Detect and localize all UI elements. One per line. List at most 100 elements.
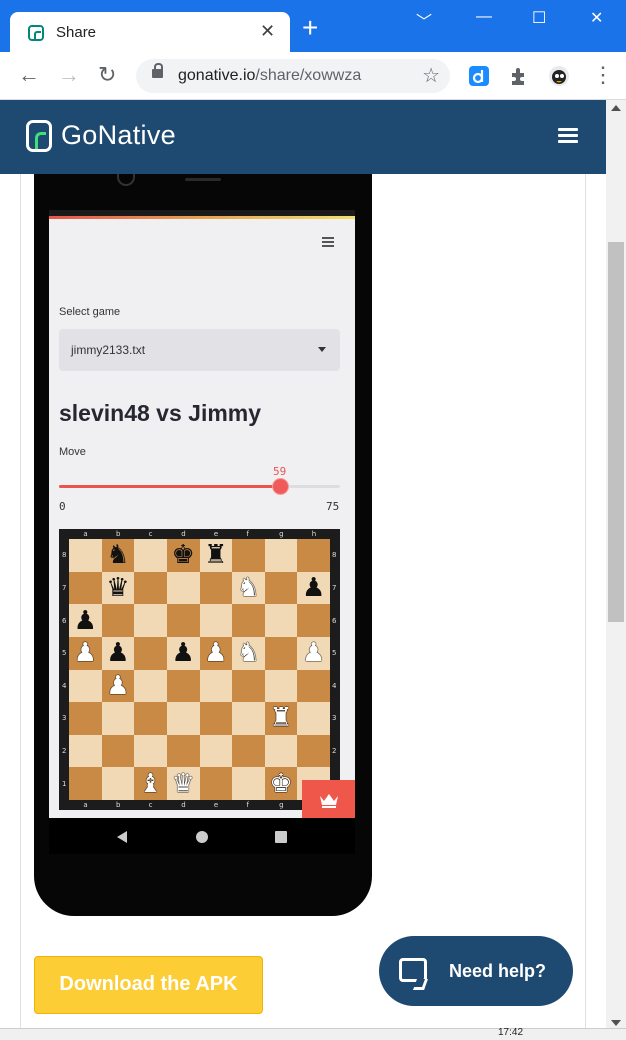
square-h2[interactable] <box>297 734 330 768</box>
tab-search-icon[interactable]: ﹀ <box>416 8 432 32</box>
black-pawn-icon[interactable]: ♟ <box>106 640 129 666</box>
square-e5[interactable]: ♟ <box>199 636 233 670</box>
square-e2[interactable] <box>199 734 233 768</box>
app-menu-icon[interactable] <box>322 237 334 247</box>
square-g1[interactable]: ♚ <box>264 767 298 800</box>
square-h4[interactable] <box>297 669 330 703</box>
white-pawn-icon[interactable]: ♟ <box>302 640 325 666</box>
white-pawn-icon[interactable]: ♟ <box>204 640 227 666</box>
nav-home-icon[interactable] <box>195 830 209 844</box>
square-f7[interactable]: ♞ <box>232 571 265 605</box>
square-d3[interactable] <box>166 702 200 735</box>
browser-tab[interactable]: Share ✕ <box>10 12 290 54</box>
black-pawn-icon[interactable]: ♟ <box>172 640 195 666</box>
black-pawn-icon[interactable]: ♟ <box>302 575 325 601</box>
square-g3[interactable]: ♜ <box>264 702 298 735</box>
square-h8[interactable] <box>297 539 330 572</box>
square-c1[interactable]: ♝ <box>134 767 167 800</box>
white-knight-icon[interactable]: ♞ <box>237 640 260 666</box>
maximize-button[interactable]: ☐ <box>532 8 546 28</box>
square-d4[interactable] <box>166 669 200 703</box>
nav-back-icon[interactable] <box>115 830 129 844</box>
square-a2[interactable] <box>69 734 102 768</box>
white-pawn-icon[interactable]: ♟ <box>74 640 97 666</box>
need-help-button[interactable]: Need help? <box>379 936 573 1006</box>
white-king-icon[interactable]: ♚ <box>269 771 292 797</box>
square-c5[interactable] <box>134 636 167 670</box>
square-a4[interactable] <box>69 669 102 703</box>
square-h5[interactable]: ♟ <box>297 636 330 670</box>
lock-icon[interactable] <box>152 63 163 78</box>
square-a7[interactable] <box>69 571 102 605</box>
black-knight-icon[interactable]: ♞ <box>106 542 129 568</box>
square-d1[interactable]: ♛ <box>166 767 200 800</box>
square-f6[interactable] <box>232 604 265 637</box>
square-g7[interactable] <box>264 571 298 605</box>
square-f5[interactable]: ♞ <box>232 636 265 670</box>
select-game-dropdown[interactable]: jimmy2133.txt <box>59 329 340 371</box>
square-b2[interactable] <box>101 734 135 768</box>
square-d8[interactable]: ♚ <box>166 539 200 572</box>
square-a3[interactable] <box>69 702 102 735</box>
square-c3[interactable] <box>134 702 167 735</box>
white-rook-icon[interactable]: ♜ <box>269 705 292 731</box>
bookmark-star-icon[interactable]: ☆ <box>422 63 440 88</box>
url-text[interactable]: gonative.io/share/xowwza <box>178 67 361 85</box>
square-d5[interactable]: ♟ <box>166 636 200 670</box>
square-g2[interactable] <box>264 734 298 768</box>
white-bishop-icon[interactable]: ♝ <box>139 771 162 797</box>
square-b4[interactable]: ♟ <box>101 669 135 703</box>
square-h6[interactable] <box>297 604 330 637</box>
crown-button[interactable] <box>302 780 355 818</box>
square-g6[interactable] <box>264 604 298 637</box>
move-slider-thumb[interactable] <box>273 479 288 494</box>
scroll-up-arrow-icon[interactable] <box>611 105 621 111</box>
square-f2[interactable] <box>232 734 265 768</box>
square-e6[interactable] <box>199 604 233 637</box>
extensions-puzzle-icon[interactable] <box>508 65 530 87</box>
scroll-down-arrow-icon[interactable] <box>611 1020 621 1026</box>
square-a1[interactable] <box>69 767 102 800</box>
download-apk-button[interactable]: Download the APK <box>34 956 263 1014</box>
square-b5[interactable]: ♟ <box>101 636 135 670</box>
square-e4[interactable] <box>199 669 233 703</box>
white-pawn-icon[interactable]: ♟ <box>106 673 129 699</box>
reload-button[interactable]: ↻ <box>98 62 116 88</box>
square-e3[interactable] <box>199 702 233 735</box>
square-d2[interactable] <box>166 734 200 768</box>
close-window-button[interactable]: ✕ <box>590 8 603 28</box>
square-c4[interactable] <box>134 669 167 703</box>
square-h7[interactable]: ♟ <box>297 571 330 605</box>
black-queen-icon[interactable]: ♛ <box>106 575 129 601</box>
white-queen-icon[interactable]: ♛ <box>172 771 195 797</box>
chessboard[interactable]: ♞ ♚ ♜ ♛ ♞ ♟ ♟ ♟ ♟ ♟ ♟ ♞ ♟ ♟ ♜ ♝ ♛ ♚ <box>69 539 330 800</box>
square-b6[interactable] <box>101 604 135 637</box>
square-g4[interactable] <box>264 669 298 703</box>
page-scrollbar[interactable] <box>606 100 626 1028</box>
square-f1[interactable] <box>232 767 265 800</box>
square-d6[interactable] <box>166 604 200 637</box>
square-e8[interactable]: ♜ <box>199 539 233 572</box>
black-king-icon[interactable]: ♚ <box>172 542 195 568</box>
profile-avatar-icon[interactable] <box>548 65 570 87</box>
square-b1[interactable] <box>101 767 135 800</box>
square-b7[interactable]: ♛ <box>101 571 135 605</box>
white-knight-icon[interactable]: ♞ <box>237 575 260 601</box>
black-pawn-icon[interactable]: ♟ <box>74 608 97 634</box>
square-e1[interactable] <box>199 767 233 800</box>
back-button[interactable]: ← <box>18 62 40 88</box>
square-g8[interactable] <box>264 539 298 572</box>
minimize-button[interactable]: — <box>476 8 492 26</box>
move-slider[interactable] <box>59 479 340 494</box>
square-c8[interactable] <box>134 539 167 572</box>
scrollbar-thumb[interactable] <box>608 242 624 622</box>
square-d7[interactable] <box>166 571 200 605</box>
extension-d-icon[interactable] <box>468 65 490 87</box>
square-f4[interactable] <box>232 669 265 703</box>
tab-close-icon[interactable]: ✕ <box>260 21 275 42</box>
square-c6[interactable] <box>134 604 167 637</box>
square-g5[interactable] <box>264 636 298 670</box>
square-e7[interactable] <box>199 571 233 605</box>
browser-menu-icon[interactable]: ⋮ <box>592 62 614 88</box>
nav-recents-icon[interactable] <box>274 830 288 844</box>
